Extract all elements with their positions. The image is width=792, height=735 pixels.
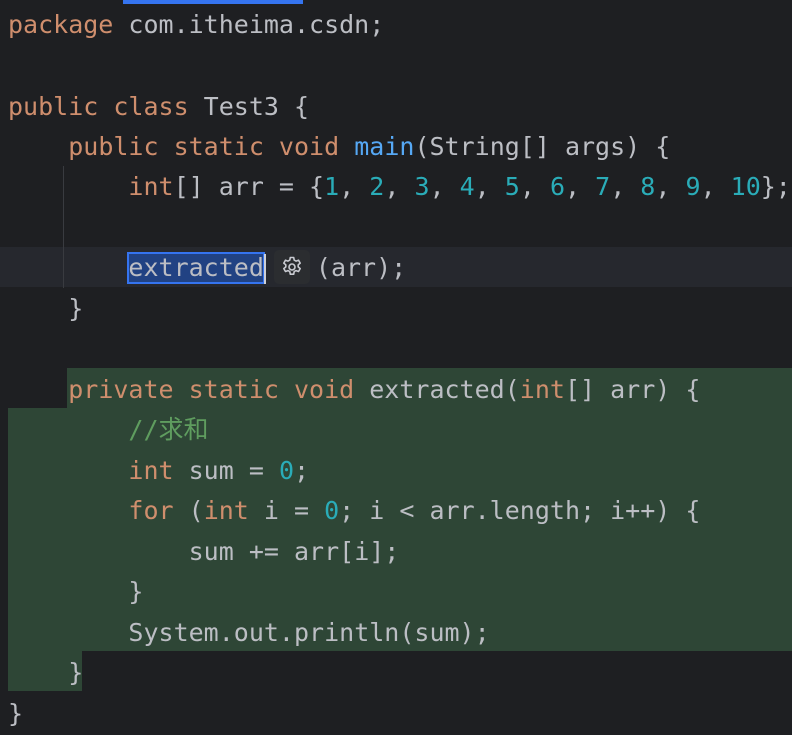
- keyword: int: [203, 496, 249, 525]
- package-name: com.itheima.csdn;: [113, 10, 385, 39]
- sum-decl: sum =: [173, 456, 279, 485]
- text-caret: [263, 254, 266, 284]
- number: 8: [640, 172, 656, 201]
- number: 1: [324, 172, 340, 201]
- number: 0: [278, 456, 294, 485]
- active-tab-indicator: [123, 0, 303, 4]
- for-var: i =: [248, 496, 325, 525]
- code-editor[interactable]: package com.itheima.csdn; public class T…: [0, 0, 792, 735]
- code-line-array[interactable]: int[] arr = {1, 2, 3, 4, 5, 6, 7, 8, 9, …: [8, 167, 791, 207]
- method-params: [] arr) {: [564, 375, 701, 404]
- code-line-close-class[interactable]: }: [8, 694, 23, 734]
- code-line-sum-add[interactable]: sum += arr[i];: [8, 532, 400, 572]
- code-line-main[interactable]: public static void main(String[] args) {: [8, 127, 670, 167]
- brace: }: [68, 294, 84, 323]
- keyword: private static void: [68, 375, 355, 404]
- code-line-close-main[interactable]: }: [8, 289, 83, 329]
- code-line-for[interactable]: for (int i = 0; i < arr.length; i++) {: [8, 491, 700, 531]
- main-params: (String[] args) {: [414, 132, 671, 161]
- sum-add: sum += arr[i];: [188, 537, 400, 566]
- code-line-close-for[interactable]: }: [8, 572, 143, 612]
- refactor-settings-button[interactable]: [273, 250, 310, 284]
- keyword: for: [128, 496, 174, 525]
- array-end: };: [760, 172, 791, 201]
- number: 9: [685, 172, 701, 201]
- class-name: Test3 {: [188, 92, 310, 121]
- number: 5: [504, 172, 520, 201]
- keyword: public class: [8, 92, 189, 121]
- keyword: int: [128, 456, 174, 485]
- code-line-class[interactable]: public class Test3 {: [8, 87, 309, 127]
- rename-selection[interactable]: extracted: [127, 252, 265, 284]
- method-name-main: main: [354, 132, 415, 161]
- brace: }: [68, 658, 84, 687]
- keyword: public static void: [68, 132, 340, 161]
- code-line-call[interactable]: extracted (arr);: [8, 248, 406, 288]
- method-name: extracted(: [354, 375, 520, 404]
- comment: //求和: [128, 415, 209, 444]
- for-rest: ; i < arr.length; i++) {: [339, 496, 701, 525]
- keyword: package: [8, 10, 114, 39]
- number: 2: [369, 172, 385, 201]
- code-line-comment[interactable]: //求和: [8, 410, 209, 450]
- number: 4: [459, 172, 475, 201]
- semicolon: ;: [294, 456, 310, 485]
- keyword: int: [128, 172, 174, 201]
- for-open: (: [173, 496, 204, 525]
- number: 3: [414, 172, 430, 201]
- code-line-method[interactable]: private static void extracted(int[] arr)…: [8, 370, 700, 410]
- number: 6: [549, 172, 566, 201]
- keyword: int: [519, 375, 565, 404]
- array-decl: [] arr = {: [173, 172, 325, 201]
- code-line-close-method[interactable]: }: [8, 653, 83, 693]
- number: 7: [595, 172, 611, 201]
- gear-icon: [282, 256, 301, 275]
- code-line-package[interactable]: package com.itheima.csdn;: [8, 5, 384, 45]
- brace: }: [128, 577, 144, 606]
- println: System.out.println(sum);: [128, 618, 490, 647]
- number: 0: [324, 496, 340, 525]
- code-line-println[interactable]: System.out.println(sum);: [8, 613, 490, 653]
- code-line-sum[interactable]: int sum = 0;: [8, 451, 309, 491]
- call-args: (arr);: [315, 253, 407, 282]
- brace: }: [8, 699, 24, 728]
- number: 10: [730, 172, 761, 201]
